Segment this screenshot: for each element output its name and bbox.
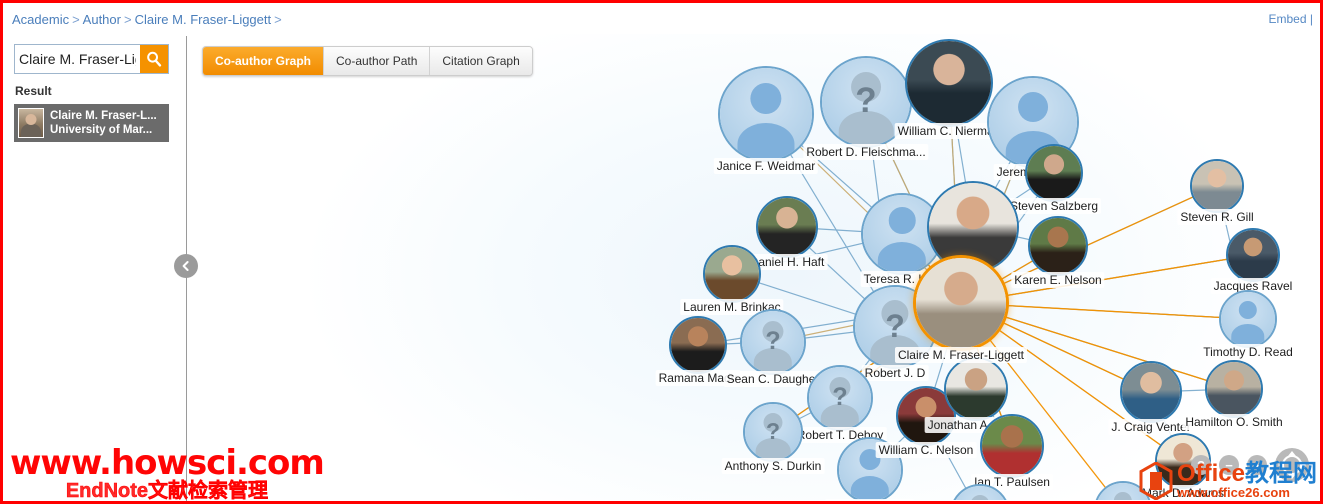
node-portrait (1030, 218, 1086, 274)
avatar (18, 108, 44, 138)
graph-node[interactable] (1190, 159, 1244, 213)
node-portrait (705, 247, 759, 301)
sidebar: Result Claire M. Fraser-L... University … (6, 34, 186, 501)
node-portrait (1228, 230, 1278, 280)
search-box[interactable] (14, 44, 169, 74)
node-unknown-avatar (952, 486, 1008, 500)
breadcrumb: Academic > Author > Claire M. Fraser-Liggett… (12, 12, 285, 27)
graph-node[interactable] (743, 402, 803, 462)
node-portrait (907, 41, 991, 125)
embed-link[interactable]: Embed (1269, 12, 1307, 26)
breadcrumb-separator: > (72, 12, 80, 27)
graph-node[interactable] (807, 365, 873, 431)
tab-coauthor-path[interactable]: Co-author Path (324, 47, 431, 75)
node-unknown-avatar (809, 367, 871, 429)
graph-node[interactable] (669, 316, 727, 374)
node-unknown-avatar (742, 311, 804, 373)
top-bar: Academic > Author > Claire M. Fraser-Liggett… (6, 6, 1320, 34)
zoom-out-button[interactable]: − (1219, 455, 1239, 475)
page-frame: Academic > Author > Claire M. Fraser-Liggett… (0, 0, 1323, 504)
graph-view-tabs: Co-author Graph Co-author Path Citation … (202, 46, 533, 76)
graph-node[interactable] (1028, 216, 1088, 276)
graph-node[interactable] (944, 357, 1008, 421)
node-portrait (1207, 362, 1261, 416)
breadcrumb-item-author-name[interactable]: Claire M. Fraser-Liggett (135, 12, 272, 27)
pan-compass-icon[interactable] (1275, 448, 1309, 482)
graph-node[interactable] (718, 66, 814, 162)
help-icon[interactable]: ? (1191, 455, 1211, 475)
graph-node[interactable] (1025, 144, 1083, 202)
node-silhouette-avatar (839, 439, 901, 500)
node-portrait (1192, 161, 1242, 211)
result-card[interactable]: Claire M. Fraser-L... University of Mar.… (14, 104, 169, 142)
graph-node[interactable] (913, 255, 1009, 351)
breadcrumb-separator: > (274, 12, 282, 27)
graph-node[interactable] (703, 245, 761, 303)
node-unknown-avatar (745, 404, 801, 460)
graph-node[interactable] (950, 484, 1010, 500)
graph-node[interactable] (980, 414, 1044, 478)
result-label: Result (15, 84, 52, 98)
graph-node[interactable] (740, 309, 806, 375)
embed-area: Embed | (1269, 12, 1314, 26)
node-portrait (982, 416, 1042, 476)
node-unknown-avatar (822, 58, 910, 146)
node-portrait (916, 258, 1006, 348)
node-silhouette-avatar (720, 68, 812, 160)
graph-node[interactable] (1219, 290, 1277, 348)
graph-node[interactable] (756, 196, 818, 258)
node-portrait (758, 198, 816, 256)
breadcrumb-separator: > (123, 12, 132, 27)
search-icon (147, 51, 162, 67)
tab-coauthor-graph[interactable]: Co-author Graph (203, 47, 324, 75)
result-affiliation: University of Mar... (50, 124, 153, 136)
graph-node[interactable] (905, 39, 993, 127)
graph-node[interactable] (1226, 228, 1280, 282)
chevron-left-icon (182, 261, 189, 271)
search-input[interactable] (15, 45, 140, 73)
graph-node[interactable] (820, 56, 912, 148)
graph-controls: ? − + (1191, 448, 1309, 482)
node-portrait (946, 359, 1006, 419)
breadcrumb-item-author[interactable]: Author (83, 12, 121, 27)
node-portrait (1122, 363, 1180, 421)
sidebar-collapse-button[interactable] (174, 254, 198, 278)
node-portrait (671, 318, 725, 372)
zoom-in-button[interactable]: + (1247, 455, 1267, 475)
embed-divider: | (1309, 12, 1313, 26)
graph-node[interactable] (1094, 481, 1152, 500)
coauthor-graph-canvas[interactable]: Janice F. WeidmarRobert D. Fleischma...W… (187, 34, 1320, 500)
graph-node[interactable] (1120, 361, 1182, 423)
graph-node[interactable] (837, 437, 903, 500)
tab-citation-graph[interactable]: Citation Graph (430, 47, 532, 75)
node-silhouette-avatar (1221, 292, 1275, 346)
result-name: Claire M. Fraser-L... (50, 109, 157, 122)
breadcrumb-item-academic[interactable]: Academic (12, 12, 69, 27)
node-unknown-avatar (1096, 483, 1150, 500)
graph-node[interactable] (1205, 360, 1263, 418)
search-button[interactable] (140, 45, 168, 73)
node-portrait (1027, 146, 1081, 200)
